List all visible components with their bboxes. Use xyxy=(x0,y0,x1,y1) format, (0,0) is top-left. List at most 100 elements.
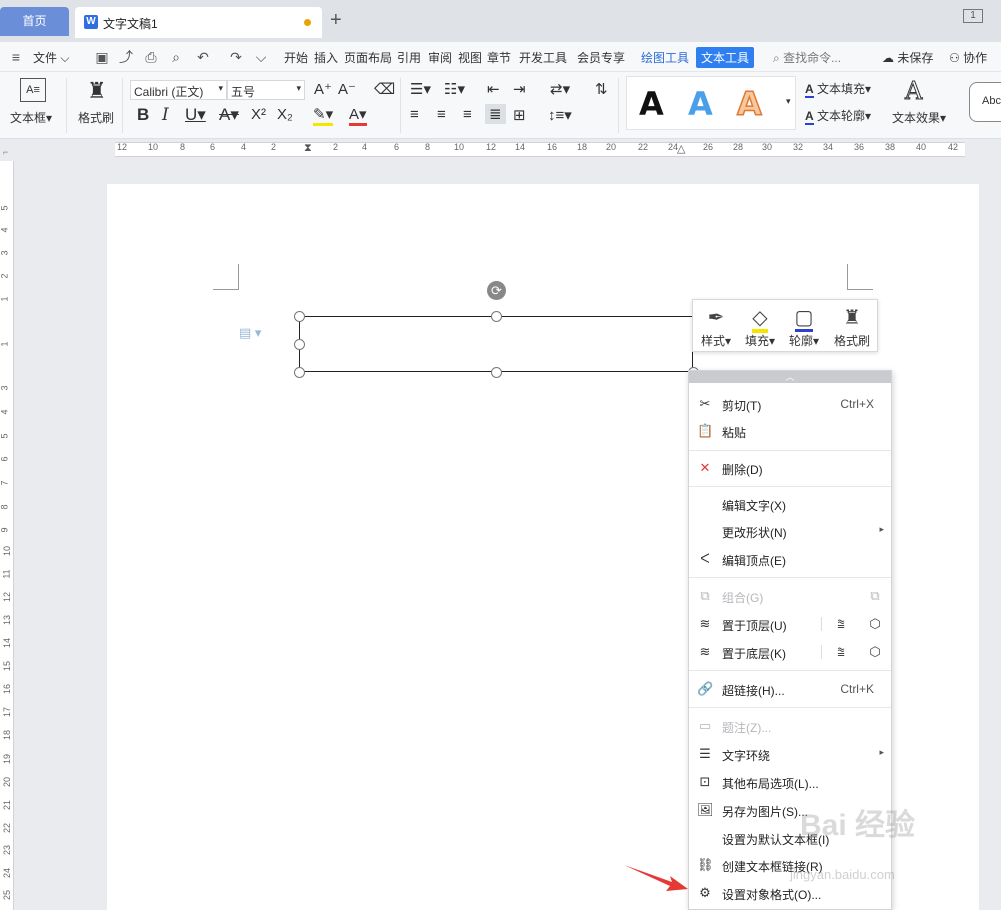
resize-handle-n[interactable] xyxy=(491,311,502,322)
window-index-badge[interactable]: 1 xyxy=(963,9,983,23)
tab-document[interactable]: W 文字文稿1 xyxy=(75,7,322,38)
menu-start[interactable]: 开始 xyxy=(284,49,308,66)
style-orange[interactable]: A xyxy=(736,84,762,124)
menu-item-hyperlink[interactable]: 🔗 超链接(H)... Ctrl+K xyxy=(689,676,891,702)
tab-home[interactable]: 首页 xyxy=(0,7,69,36)
bring-front-quick-icon[interactable]: ⬡ xyxy=(866,615,884,633)
mini-painter-button[interactable]: ♜ 格式刷 xyxy=(829,304,875,349)
tab-stop-icon[interactable]: ⌐ xyxy=(3,147,8,157)
menu-item-edit-text[interactable]: 编辑文字(X) xyxy=(689,491,891,517)
menu-developer[interactable]: 开发工具 xyxy=(519,49,567,66)
format-painter-icon[interactable]: ♜ xyxy=(87,78,107,104)
text-outline-button[interactable]: A 文本轮廓▾ xyxy=(805,107,871,125)
font-color-icon[interactable]: A▾ xyxy=(349,105,367,126)
distribute-icon[interactable]: ⊞ xyxy=(513,106,526,124)
text-direction-icon[interactable]: ⇄▾ xyxy=(550,80,570,98)
mini-style-button[interactable]: ✒ 样式▾ xyxy=(693,304,739,349)
menu-text-tools[interactable]: 文本工具 xyxy=(696,47,755,68)
clear-format-icon[interactable]: ⌫ xyxy=(374,80,395,98)
text-style-gallery[interactable]: A A A xyxy=(626,76,796,130)
menu-view[interactable]: 视图 xyxy=(458,49,482,66)
style-black[interactable]: A xyxy=(639,85,664,123)
shrink-font-icon[interactable]: A⁻ xyxy=(338,80,356,98)
save-icon[interactable]: ▣ xyxy=(94,49,110,65)
highlight-icon[interactable]: ✎▾ xyxy=(313,105,334,126)
new-tab-button[interactable]: + xyxy=(330,9,342,31)
resize-handle-w[interactable] xyxy=(294,339,305,350)
textbox-icon[interactable]: A≡ xyxy=(20,78,46,102)
search-command[interactable]: ⌕ 查找命令... xyxy=(773,49,841,66)
sort-icon[interactable]: ⇅ xyxy=(595,80,608,98)
subscript-icon[interactable]: X₂ xyxy=(277,106,293,123)
format-painter-label[interactable]: 格式刷 xyxy=(78,109,114,126)
italic-icon[interactable]: I xyxy=(162,105,169,125)
increase-indent-icon[interactable]: ⇥ xyxy=(513,80,526,98)
send-back-quick-icon[interactable]: ⬡ xyxy=(866,643,884,661)
mini-fill-button[interactable]: ◇ 填充▾ xyxy=(737,304,783,349)
textbox-label[interactable]: 文本框▾ xyxy=(10,109,52,126)
menu-review[interactable]: 审阅 xyxy=(428,49,452,66)
hamburger-icon[interactable]: ≡ xyxy=(8,49,24,65)
bring-forward-icon[interactable]: ⩰ xyxy=(832,615,850,633)
menu-page-layout[interactable]: 页面布局 xyxy=(344,49,392,66)
menu-insert[interactable]: 插入 xyxy=(314,49,338,66)
menu-item-format-object[interactable]: ⚙ 设置对象格式(O)... xyxy=(689,880,891,906)
more-icon[interactable]: ⌵ xyxy=(253,49,269,65)
indent-marker-icon[interactable]: ⧗ xyxy=(304,142,312,155)
horizontal-ruler[interactable]: ⌐ 12 10 8 6 4 2 2 4 6 8 10 12 14 16 18 20 22 24 26 28 30 32 34… xyxy=(0,139,1001,161)
menu-item-change-shape[interactable]: 更改形状(N) ▸ xyxy=(689,518,891,544)
export-icon[interactable]: ⤴ xyxy=(118,49,134,65)
font-name-select[interactable]: Calibri (正文) ▾ xyxy=(130,80,227,100)
numbered-list-icon[interactable]: ☷▾ xyxy=(444,80,465,98)
send-backward-icon[interactable]: ⩰ xyxy=(832,643,850,661)
vertical-ruler[interactable]: 5 4 3 2 1 1 3 4 5 6 7 8 9 10 11 12 13 14 15 16 17 18 19 20 21 22 2… xyxy=(0,161,14,910)
collab-button[interactable]: ⚇ 协作 xyxy=(949,49,987,66)
rotate-handle-icon[interactable]: ⟳ xyxy=(487,281,506,300)
menu-item-bring-front[interactable]: ≋ 置于顶层(U) ⩰ ⬡ xyxy=(689,611,891,637)
justify-icon[interactable]: ≣ xyxy=(485,104,506,124)
menu-item-text-wrap[interactable]: ☰ 文字环绕 ▸ xyxy=(689,741,891,767)
resize-handle-s[interactable] xyxy=(491,367,502,378)
bold-icon[interactable]: B xyxy=(137,105,149,125)
menu-drawing-tools[interactable]: 绘图工具 xyxy=(641,49,689,66)
superscript-icon[interactable]: X² xyxy=(251,106,266,123)
menu-item-cut[interactable]: ✂ 剪切(T) Ctrl+X xyxy=(689,391,891,417)
print-icon[interactable]: ⎙ xyxy=(143,49,159,65)
menu-item-delete[interactable]: ✕ 删除(D) xyxy=(689,455,891,481)
menu-item-edit-points[interactable]: ᐸ 编辑顶点(E) xyxy=(689,546,891,572)
undo-icon[interactable]: ↶ xyxy=(195,49,211,65)
menu-file[interactable]: 文件 ⌵ xyxy=(33,49,69,66)
mini-outline-button[interactable]: ▢ 轮廓▾ xyxy=(781,304,827,349)
text-effect-icon[interactable]: A xyxy=(904,77,922,106)
align-center-icon[interactable]: ≡ xyxy=(437,106,446,123)
shape-style-preview[interactable]: Abc xyxy=(969,82,1001,122)
menu-item-other-layout[interactable]: ⊡ 其他布局选项(L)... xyxy=(689,769,891,795)
menu-chapter[interactable]: 章节 xyxy=(487,49,511,66)
menu-references[interactable]: 引用 xyxy=(397,49,421,66)
align-right-icon[interactable]: ≡ xyxy=(463,106,472,123)
bullet-list-icon[interactable]: ☰▾ xyxy=(410,80,431,98)
decrease-indent-icon[interactable]: ⇤ xyxy=(487,80,500,98)
menu-member[interactable]: 会员专享 xyxy=(577,49,625,66)
font-size-select[interactable]: 五号 ▾ xyxy=(227,80,305,100)
menu-item-send-back[interactable]: ≋ 置于底层(K) ⩰ ⬡ xyxy=(689,639,891,665)
text-fill-button[interactable]: A 文本填充▾ xyxy=(805,80,871,98)
menu-item-paste[interactable]: 📋 粘贴 xyxy=(689,418,891,444)
align-left-icon[interactable]: ≡ xyxy=(410,106,419,123)
line-spacing-icon[interactable]: ↕≡▾ xyxy=(548,106,572,124)
strikethrough-icon[interactable]: A▾ xyxy=(219,105,239,125)
style-blue[interactable]: A xyxy=(688,85,713,123)
selected-textbox[interactable] xyxy=(299,316,693,372)
grow-font-icon[interactable]: A⁺ xyxy=(314,80,332,98)
text-effect-label[interactable]: 文本效果▾ xyxy=(892,109,946,126)
unsaved-status[interactable]: ☁ 未保存 xyxy=(882,49,933,66)
redo-icon[interactable]: ↷ xyxy=(228,49,244,65)
paragraph-handle-icon[interactable]: ▤ ▾ xyxy=(239,325,261,341)
underline-icon[interactable]: U▾ xyxy=(185,105,206,125)
resize-handle-nw[interactable] xyxy=(294,311,305,322)
right-indent-marker-icon[interactable]: △ xyxy=(677,142,685,155)
collapse-grip[interactable]: ︿ xyxy=(689,371,891,383)
preview-icon[interactable]: ⌕ xyxy=(168,49,184,65)
resize-handle-sw[interactable] xyxy=(294,367,305,378)
gallery-more-icon[interactable]: ▾ xyxy=(786,96,791,107)
